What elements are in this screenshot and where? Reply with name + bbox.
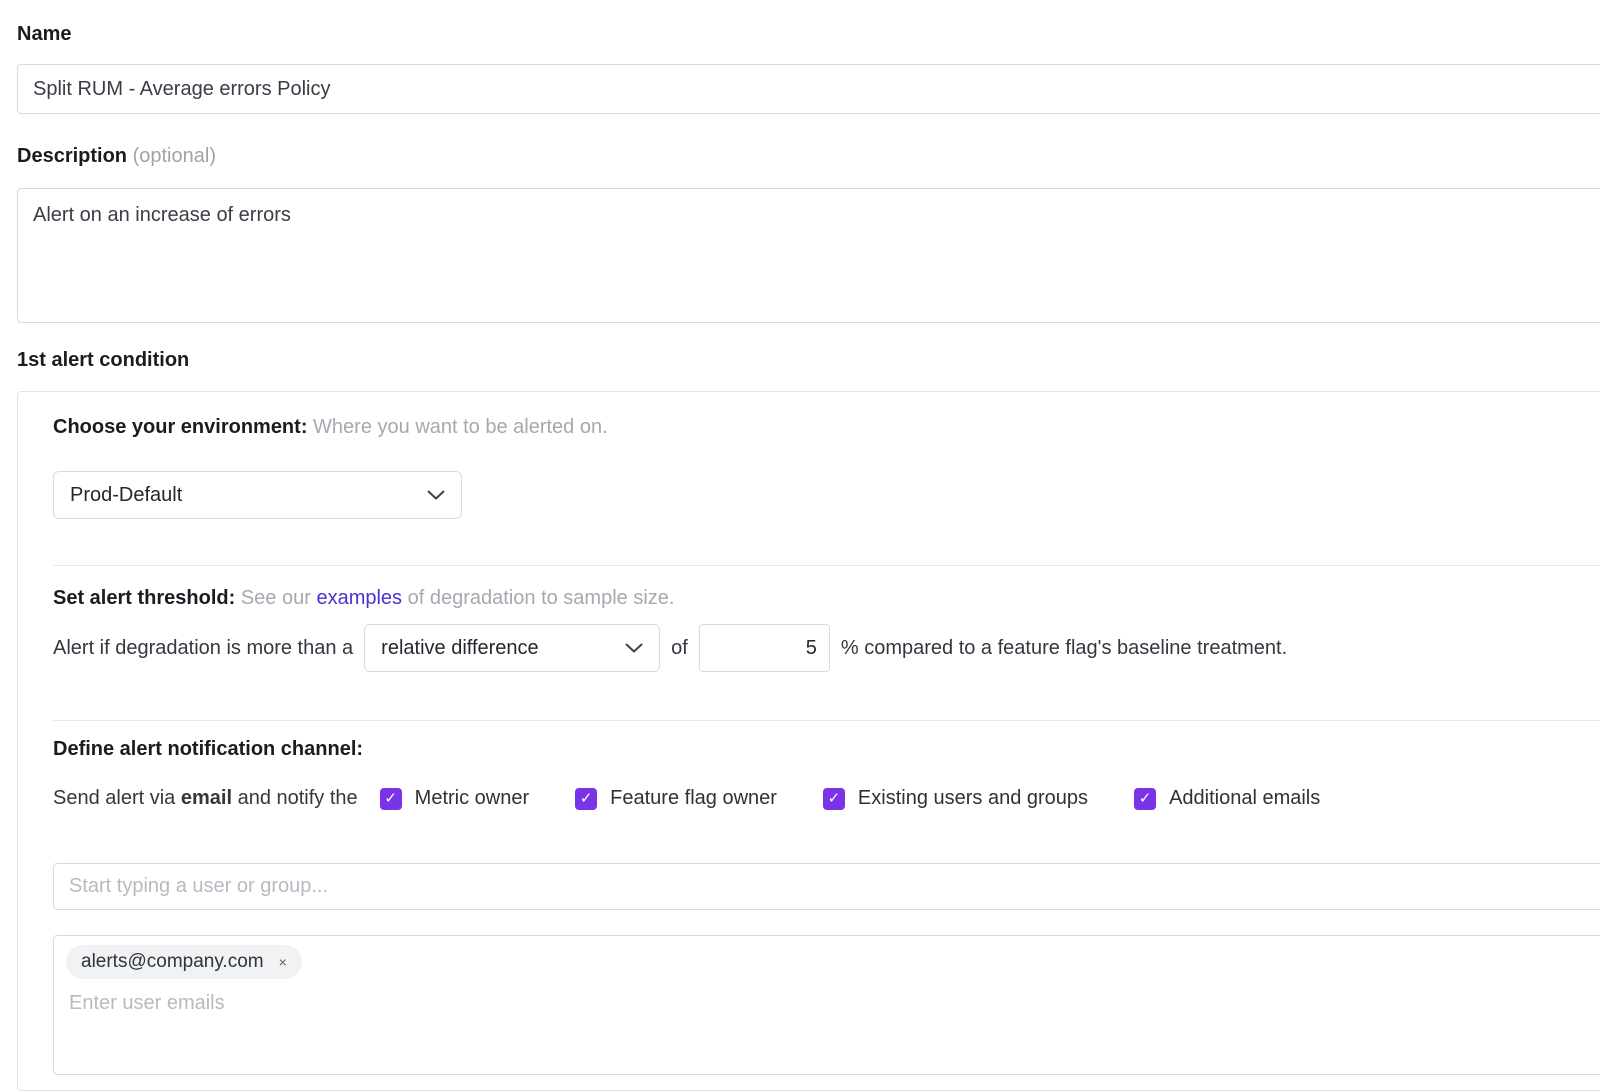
environment-label-row: Choose your environment: Where you want …	[53, 415, 1600, 439]
email-chip-label: alerts@company.com	[81, 951, 264, 973]
threshold-hint: See our examples of degradation to sampl…	[241, 587, 675, 609]
user-group-search-input[interactable]	[53, 863, 1600, 910]
checkbox-metric-owner[interactable]: ✓ Metric owner	[380, 787, 529, 810]
chevron-down-icon	[625, 643, 643, 653]
threshold-label: Set alert threshold:	[53, 587, 235, 609]
environment-select[interactable]: Prod-Default	[53, 471, 462, 519]
name-label: Name	[17, 0, 1600, 46]
threshold-hint-prefix: See our	[241, 587, 311, 609]
checkbox-label: Feature flag owner	[610, 787, 777, 810]
notify-sentence: Send alert via email and notify the	[53, 787, 358, 810]
threshold-row: Alert if degradation is more than a rela…	[53, 624, 1600, 672]
optional-hint: (optional)	[133, 145, 216, 167]
checkbox-existing-users-groups[interactable]: ✓ Existing users and groups	[823, 787, 1088, 810]
threshold-connector: of	[671, 637, 688, 660]
remove-chip-icon[interactable]: ×	[279, 955, 287, 969]
environment-hint: Where you want to be alerted on.	[313, 416, 608, 438]
checkbox-feature-flag-owner[interactable]: ✓ Feature flag owner	[575, 787, 777, 810]
comparison-type-select[interactable]: relative difference	[364, 624, 660, 672]
divider	[53, 565, 1600, 566]
examples-link[interactable]: examples	[316, 587, 402, 609]
notify-sentence-suffix: and notify the	[238, 787, 358, 809]
email-chip: alerts@company.com ×	[66, 945, 302, 979]
checkbox-checked-icon: ✓	[1134, 788, 1156, 810]
alert-policy-form: Name Description (optional) Alert on an …	[17, 0, 1600, 1091]
threshold-label-row: Set alert threshold: See our examples of…	[53, 586, 1600, 610]
chevron-down-icon	[427, 490, 445, 500]
notify-sentence-bold: email	[181, 787, 232, 809]
description-textarea[interactable]: Alert on an increase of errors	[17, 188, 1600, 323]
notification-recipients-row: Send alert via email and notify the ✓ Me…	[53, 787, 1600, 810]
name-input[interactable]	[17, 64, 1600, 114]
checkbox-label: Additional emails	[1169, 787, 1320, 810]
divider	[53, 720, 1600, 721]
alert-condition-card: Choose your environment: Where you want …	[17, 391, 1600, 1091]
description-label: Description (optional)	[17, 144, 1600, 168]
description-label-text: Description	[17, 145, 127, 167]
notification-label: Define alert notification channel:	[53, 737, 1600, 761]
additional-emails-input[interactable]: alerts@company.com × Enter user emails	[53, 935, 1600, 1075]
checkbox-checked-icon: ✓	[575, 788, 597, 810]
threshold-sentence-prefix: Alert if degradation is more than a	[53, 637, 353, 660]
threshold-hint-suffix: of degradation to sample size.	[408, 587, 675, 609]
checkbox-checked-icon: ✓	[823, 788, 845, 810]
notify-sentence-prefix: Send alert via	[53, 787, 175, 809]
checkbox-additional-emails[interactable]: ✓ Additional emails	[1134, 787, 1320, 810]
recipient-checkbox-group: ✓ Metric owner ✓ Feature flag owner ✓ Ex…	[380, 787, 1321, 810]
threshold-value-input[interactable]	[699, 624, 830, 672]
email-input-placeholder: Enter user emails	[66, 992, 1600, 1015]
alert-condition-heading: 1st alert condition	[17, 349, 1600, 372]
checkbox-checked-icon: ✓	[380, 788, 402, 810]
environment-label: Choose your environment:	[53, 416, 307, 438]
environment-selected-value: Prod-Default	[70, 484, 182, 507]
threshold-sentence-suffix: % compared to a feature flag's baseline …	[841, 637, 1287, 660]
checkbox-label: Metric owner	[415, 787, 529, 810]
comparison-selected-value: relative difference	[381, 637, 539, 660]
checkbox-label: Existing users and groups	[858, 787, 1088, 810]
